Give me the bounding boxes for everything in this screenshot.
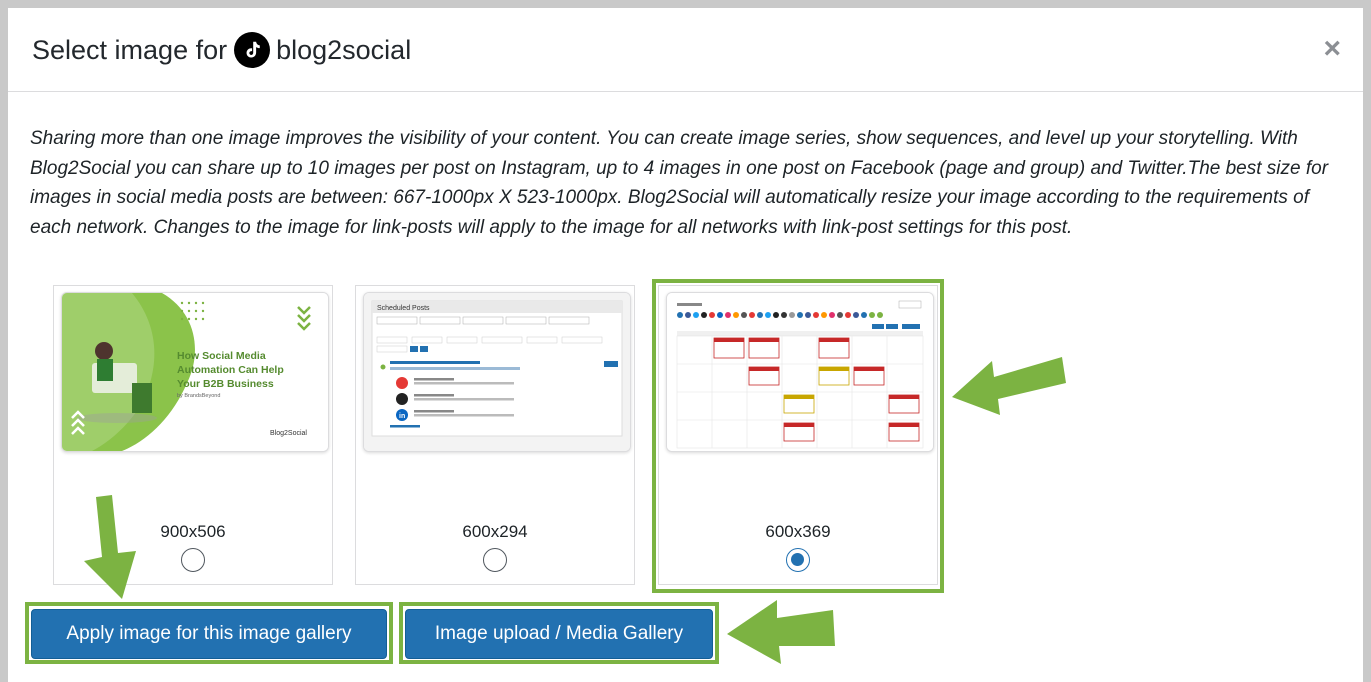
image-thumbnail[interactable]: Scheduled Posts in <box>363 292 631 452</box>
arrow-to-selected-image-icon <box>952 357 1066 415</box>
image-upload-media-gallery-button[interactable]: Image upload / Media Gallery <box>405 609 713 659</box>
arrow-to-apply-button-icon <box>84 495 136 599</box>
svg-text:Automation Can Help: Automation Can Help <box>177 364 284 376</box>
arrow-to-upload-button-icon <box>727 600 835 664</box>
image-thumbnail[interactable]: How Social Media Automation Can Help You… <box>61 292 329 452</box>
dialog-title: Select image for blog2social <box>32 32 411 68</box>
close-icon[interactable]: × <box>1323 32 1341 66</box>
svg-text:in: in <box>399 413 405 420</box>
image-size-label: 600x294 <box>462 522 528 541</box>
title-account: blog2social <box>276 34 412 65</box>
tiktok-icon <box>234 32 271 68</box>
title-prefix: Select image for <box>32 34 228 65</box>
image-option-2[interactable]: Scheduled Posts in 600x294 <box>355 285 635 585</box>
svg-text:by BrandsBeyond: by BrandsBeyond <box>177 393 220 399</box>
apply-image-gallery-button[interactable]: Apply image for this image gallery <box>31 609 387 659</box>
image-radio[interactable] <box>181 548 205 572</box>
dialog-description: Sharing more than one image improves the… <box>30 128 1329 238</box>
svg-text:How Social Media: How Social Media <box>177 350 266 362</box>
selected-image-highlight <box>652 279 944 593</box>
svg-text:Blog2Social: Blog2Social <box>270 430 307 437</box>
dialog-header: Select image for blog2social × <box>8 8 1363 92</box>
svg-text:Scheduled Posts: Scheduled Posts <box>377 305 430 312</box>
image-radio[interactable] <box>483 548 507 572</box>
svg-text:Your B2B Business: Your B2B Business <box>177 378 274 390</box>
